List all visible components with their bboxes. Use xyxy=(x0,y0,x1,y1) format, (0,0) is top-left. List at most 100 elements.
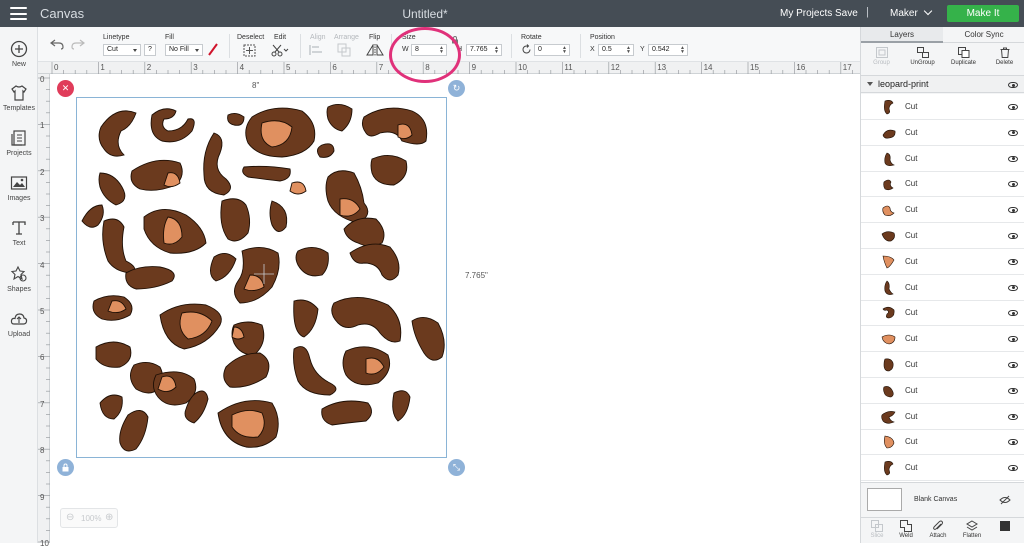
layer-row[interactable]: Cut xyxy=(861,249,1024,275)
upload-cloud-icon xyxy=(10,313,28,325)
weld-button[interactable]: Weld xyxy=(890,520,922,539)
eye-icon[interactable] xyxy=(1008,104,1018,110)
delete-button[interactable]: Delete xyxy=(984,45,1024,66)
my-projects-link[interactable]: My Projects xyxy=(780,8,832,19)
delete-handle[interactable]: ✕ xyxy=(57,80,74,97)
lock-handle[interactable] xyxy=(57,459,74,476)
layer-row[interactable]: Cut xyxy=(861,352,1024,378)
sidebar-item-upload[interactable]: Upload xyxy=(0,310,38,338)
arrange-icon[interactable] xyxy=(337,43,355,57)
layer-row[interactable]: Cut xyxy=(861,146,1024,172)
attach-label: Attach xyxy=(929,533,947,539)
make-it-button[interactable]: Make It xyxy=(947,5,1019,22)
layer-row[interactable]: Cut xyxy=(861,429,1024,456)
eye-icon[interactable] xyxy=(1008,129,1018,136)
layer-row[interactable]: Cut xyxy=(861,223,1024,249)
ungroup-label: UnGroup xyxy=(910,60,935,66)
eye-icon[interactable] xyxy=(1008,336,1018,343)
eye-icon[interactable] xyxy=(1008,465,1018,472)
eye-icon[interactable] xyxy=(1008,284,1018,291)
layer-row[interactable]: Cut xyxy=(861,197,1024,224)
eye-icon[interactable] xyxy=(1008,82,1018,88)
sidebar-item-new[interactable]: New xyxy=(0,40,38,68)
eye-icon[interactable] xyxy=(1008,258,1018,265)
layer-thumbnail-icon xyxy=(881,410,896,424)
eye-icon[interactable] xyxy=(1008,362,1018,368)
layer-row[interactable]: Cut xyxy=(861,404,1024,430)
eye-icon[interactable] xyxy=(1008,155,1018,162)
fill-select[interactable]: No Fill xyxy=(165,44,203,56)
layer-row[interactable]: Cut xyxy=(861,94,1024,120)
blank-canvas-swatch[interactable] xyxy=(867,488,902,511)
layer-group-header[interactable]: leopard-print xyxy=(861,75,1024,93)
flip-icon[interactable] xyxy=(366,44,384,56)
eye-icon[interactable] xyxy=(1008,413,1018,420)
resize-handle[interactable]: ⤡ xyxy=(448,459,465,476)
shapes-icon xyxy=(10,265,27,282)
rotate-handle[interactable]: ↻ xyxy=(448,80,465,97)
dropdown-arrow-icon xyxy=(133,49,137,52)
layer-row[interactable]: Cut xyxy=(861,300,1024,327)
layer-row[interactable]: Cut xyxy=(861,275,1024,301)
eye-icon[interactable] xyxy=(1008,181,1018,188)
blank-canvas-label: Blank Canvas xyxy=(914,496,958,503)
zoom-out-icon[interactable]: ⊖ xyxy=(66,512,74,523)
ruler-label: 3 xyxy=(193,63,198,72)
ungroup-icon xyxy=(916,47,929,58)
sidebar-item-templates[interactable]: Templates xyxy=(0,84,38,112)
ruler-label: 7 xyxy=(40,399,45,409)
ruler-label: 12 xyxy=(610,63,620,72)
eye-icon[interactable] xyxy=(1008,310,1018,317)
group-button[interactable]: Group xyxy=(861,45,902,66)
save-link[interactable]: Save xyxy=(835,8,858,19)
line-color-swatch-icon[interactable] xyxy=(207,42,219,56)
machine-select[interactable]: Maker xyxy=(890,6,933,19)
layer-label: Cut xyxy=(905,437,918,447)
sidebar-item-shapes[interactable]: Shapes xyxy=(0,265,38,293)
contour-button[interactable] xyxy=(989,520,1021,533)
zoom-in-icon[interactable]: ⊕ xyxy=(105,512,113,523)
tab-color-sync[interactable]: Color Sync xyxy=(943,27,1024,43)
flatten-button[interactable]: Flatten xyxy=(956,520,988,539)
ungroup-button[interactable]: UnGroup xyxy=(902,45,943,66)
undo-icon[interactable] xyxy=(50,38,64,50)
linetype-select[interactable]: Cut xyxy=(103,44,141,56)
zoom-control[interactable]: ⊖ 100% ⊕ xyxy=(60,508,118,528)
eye-icon[interactable] xyxy=(1008,387,1018,394)
ruler-vertical: 0 1 2 3 4 5 6 7 8 9 10 xyxy=(38,74,50,548)
layer-row[interactable]: Cut xyxy=(861,171,1024,198)
layer-row[interactable]: Cut xyxy=(861,378,1024,404)
attach-button[interactable]: Attach xyxy=(922,520,954,539)
layer-thumbnail-icon xyxy=(883,358,894,372)
x-input[interactable]: 0.5 ▲ ▼ xyxy=(598,44,634,56)
blank-canvas-row[interactable]: Blank Canvas xyxy=(861,482,1024,517)
redo-icon[interactable] xyxy=(71,38,85,50)
sidebar-item-text[interactable]: Text xyxy=(0,219,38,247)
tab-layers[interactable]: Layers xyxy=(861,27,943,43)
menu-icon[interactable] xyxy=(10,7,27,20)
eye-icon[interactable] xyxy=(1008,439,1018,446)
duplicate-button[interactable]: Duplicate xyxy=(943,45,984,66)
eye-icon[interactable] xyxy=(1008,233,1018,239)
layer-row[interactable]: Cut xyxy=(861,455,1024,482)
layer-row[interactable]: Cut xyxy=(861,326,1024,353)
scissors-icon[interactable] xyxy=(271,43,289,57)
sidebar-item-images[interactable]: Images xyxy=(0,174,38,202)
caret-down-icon[interactable] xyxy=(867,82,873,86)
help-button[interactable]: ? xyxy=(144,44,156,56)
duplicate-label: Duplicate xyxy=(950,60,976,66)
y-input[interactable]: 0.542 ▲ ▼ xyxy=(648,44,688,56)
deselect-icon[interactable] xyxy=(243,44,256,57)
eye-icon[interactable] xyxy=(1008,207,1018,214)
sidebar-item-label: Shapes xyxy=(7,286,31,293)
align-icon[interactable] xyxy=(309,44,325,56)
height-input[interactable]: 7.765 ▲ ▼ xyxy=(466,44,502,56)
layer-row[interactable]: Cut xyxy=(861,120,1024,146)
slice-button[interactable]: Slice xyxy=(861,520,893,539)
sidebar-item-projects[interactable]: Projects xyxy=(0,129,38,157)
toolbar-divider xyxy=(511,34,512,58)
align-label: Align xyxy=(310,34,326,41)
eye-hidden-icon[interactable] xyxy=(999,495,1011,505)
rotate-input[interactable]: 0 ▲ ▼ xyxy=(534,44,570,56)
zoom-level: 100% xyxy=(81,514,102,523)
